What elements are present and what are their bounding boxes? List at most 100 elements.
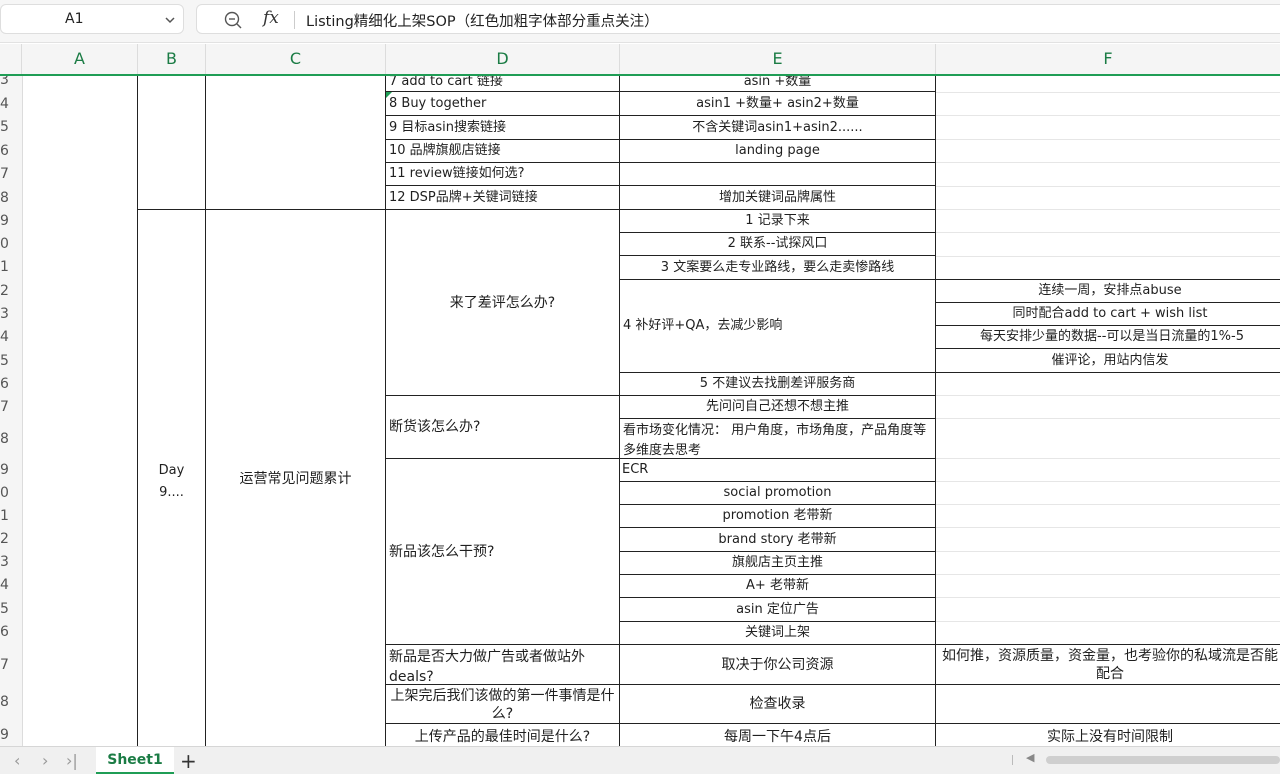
gridline bbox=[936, 139, 1280, 140]
row-number[interactable]: 0 bbox=[0, 485, 22, 501]
row-number[interactable]: 6 bbox=[0, 624, 22, 640]
cell-b-day[interactable]: Day 9.... bbox=[137, 209, 206, 746]
row-number[interactable]: 3 bbox=[0, 554, 22, 570]
column-header-c[interactable]: C bbox=[206, 44, 386, 74]
spreadsheet-grid[interactable]: Day 9.... 运营常见问题累计 7 add to cart 链接 asin… bbox=[22, 76, 1280, 746]
row-number[interactable]: 9 bbox=[0, 727, 22, 743]
row-number[interactable]: 4 bbox=[0, 96, 22, 112]
cell-e25[interactable]: asin 定位广告 bbox=[619, 597, 936, 622]
cell-e20[interactable]: social promotion bbox=[619, 481, 936, 505]
cell-d3[interactable]: 7 add to cart 链接 bbox=[385, 76, 620, 92]
row-number[interactable]: 2 bbox=[0, 283, 22, 299]
cell-f14[interactable]: 每天安排少量的数据--可以是当日流量的1%-5 bbox=[935, 325, 1280, 349]
cell-e12[interactable]: 4 补好评+QA，去减少影响 bbox=[619, 279, 936, 373]
cell-d7[interactable]: 11 review链接如何选? bbox=[385, 162, 620, 186]
cell-c-top[interactable] bbox=[205, 76, 386, 210]
gridline bbox=[936, 209, 1280, 210]
row-number[interactable]: 3 bbox=[0, 306, 22, 322]
cell-e11[interactable]: 3 文案要么走专业路线，要么走卖惨路线 bbox=[619, 255, 936, 280]
cell-e7[interactable] bbox=[619, 162, 936, 186]
scroll-left-icon[interactable]: ◀ bbox=[1026, 751, 1034, 764]
row-number[interactable]: 9 bbox=[0, 462, 22, 478]
cell-f12[interactable]: 连续一周，安排点abuse bbox=[935, 279, 1280, 303]
cell-d6[interactable]: 10 品牌旗舰店链接 bbox=[385, 139, 620, 163]
row-number[interactable]: 9 bbox=[0, 213, 22, 229]
row-number[interactable]: 5 bbox=[0, 601, 22, 617]
row-number[interactable]: 6 bbox=[0, 376, 22, 392]
row-number[interactable]: 3 bbox=[0, 76, 22, 88]
cell-d4[interactable]: 8 Buy together bbox=[385, 91, 620, 116]
cell-e26[interactable]: 关键词上架 bbox=[619, 621, 936, 645]
cell-f28[interactable] bbox=[935, 684, 1280, 724]
cell-e8[interactable]: 增加关键词品牌属性 bbox=[619, 185, 936, 210]
tab-sheet1[interactable]: Sheet1 bbox=[96, 747, 174, 774]
formula-text[interactable]: Listing精细化上架SOP（红色加粗字体部分重点关注） bbox=[306, 10, 659, 31]
row-number[interactable]: 4 bbox=[0, 329, 22, 345]
row-number[interactable]: 6 bbox=[0, 143, 22, 159]
row-number[interactable]: 7 bbox=[0, 166, 22, 182]
cell-e9[interactable]: 1 记录下来 bbox=[619, 209, 936, 233]
cell-b-top[interactable] bbox=[137, 76, 206, 210]
row-number[interactable]: 8 bbox=[0, 431, 22, 447]
cell-d8[interactable]: 12 DSP品牌+关键词链接 bbox=[385, 185, 620, 210]
cell-e17[interactable]: 先问问自己还想不想主推 bbox=[619, 395, 936, 419]
cell-e4[interactable]: asin1 +数量+ asin2+数量 bbox=[619, 91, 936, 116]
add-sheet-button[interactable]: + bbox=[180, 749, 197, 773]
cell-d-newproduct[interactable]: 新品该怎么干预? bbox=[385, 458, 620, 645]
cell-d27[interactable]: 新品是否大力做广告或者做站外deals? bbox=[385, 644, 620, 685]
row-number[interactable]: 8 bbox=[0, 694, 22, 710]
cell-e24[interactable]: A+ 老带新 bbox=[619, 574, 936, 598]
day-label: Day bbox=[158, 463, 185, 478]
name-box[interactable]: A1 bbox=[0, 4, 184, 34]
fx-icon[interactable]: fx bbox=[263, 8, 279, 28]
row-number[interactable]: 1 bbox=[0, 508, 22, 524]
row-number[interactable]: 2 bbox=[0, 531, 22, 547]
row-number[interactable]: 0 bbox=[0, 236, 22, 252]
cell-c-topic[interactable]: 运营常见问题累计 bbox=[205, 209, 386, 746]
last-sheet-icon[interactable]: ›| bbox=[66, 751, 78, 770]
row-number[interactable]: 1 bbox=[0, 259, 22, 275]
row-number[interactable]: 5 bbox=[0, 119, 22, 135]
cell-d28[interactable]: 上架完后我们该做的第一件事情是什么? bbox=[385, 684, 620, 724]
column-header-e[interactable]: E bbox=[620, 44, 936, 74]
cell-f29[interactable]: 实际上没有时间限制 bbox=[935, 723, 1280, 746]
row-number[interactable]: 8 bbox=[0, 190, 22, 206]
gridline bbox=[936, 574, 1280, 575]
row-number[interactable]: 4 bbox=[0, 577, 22, 593]
cell-e16[interactable]: 5 不建议去找删差评服务商 bbox=[619, 372, 936, 396]
formula-bar: A1 fx Listing精细化上架SOP（红色加粗字体部分重点关注） bbox=[0, 0, 1280, 43]
cell-e21[interactable]: promotion 老带新 bbox=[619, 504, 936, 528]
cell-d5[interactable]: 9 目标asin搜索链接 bbox=[385, 115, 620, 140]
cell-e18[interactable]: 看市场变化情况： 用户角度，市场角度，产品角度等多维度去思考 bbox=[619, 418, 936, 459]
cell-d-bad-review[interactable]: 来了差评怎么办? bbox=[385, 209, 620, 396]
cell-e27[interactable]: 取决于你公司资源 bbox=[619, 644, 936, 685]
first-sheet-icon[interactable]: ‹ bbox=[14, 751, 20, 770]
cell-d29[interactable]: 上传产品的最佳时间是什么? bbox=[385, 723, 620, 746]
cell-d-stockout[interactable]: 断货该怎么办? bbox=[385, 395, 620, 459]
formula-input[interactable]: fx Listing精细化上架SOP（红色加粗字体部分重点关注） bbox=[196, 4, 1280, 34]
horizontal-scrollbar[interactable] bbox=[1046, 756, 1280, 764]
cell-f15[interactable]: 催评论，用站内信发 bbox=[935, 348, 1280, 373]
column-header-b[interactable]: B bbox=[138, 44, 206, 74]
column-header-a[interactable]: A bbox=[22, 44, 138, 74]
cell-e23[interactable]: 旗舰店主页主推 bbox=[619, 551, 936, 575]
zoom-out-icon[interactable] bbox=[223, 10, 243, 34]
cell-e5[interactable]: 不含关键词asin1+asin2...... bbox=[619, 115, 936, 140]
row-number[interactable]: 7 bbox=[0, 657, 22, 673]
chevron-down-icon[interactable] bbox=[163, 12, 177, 31]
cell-f27[interactable]: 如何推，资源质量，资金量，也考验你的私域流是否能配合 bbox=[935, 644, 1280, 685]
cell-e29[interactable]: 每周一下午4点后 bbox=[619, 723, 936, 746]
column-header-f[interactable]: F bbox=[936, 44, 1280, 74]
cell-e28[interactable]: 检查收录 bbox=[619, 684, 936, 724]
cell-e22[interactable]: brand story 老带新 bbox=[619, 527, 936, 552]
cell-e3[interactable]: asin +数量 bbox=[619, 76, 936, 92]
select-all-corner[interactable] bbox=[0, 44, 22, 74]
cell-e19[interactable]: ECR bbox=[619, 458, 936, 482]
column-header-d[interactable]: D bbox=[386, 44, 620, 74]
cell-e10[interactable]: 2 联系--试探风口 bbox=[619, 232, 936, 256]
cell-f13[interactable]: 同时配合add to cart + wish list bbox=[935, 302, 1280, 326]
cell-e6[interactable]: landing page bbox=[619, 139, 936, 163]
next-sheet-icon[interactable]: › bbox=[42, 751, 48, 770]
row-number[interactable]: 5 bbox=[0, 353, 22, 369]
row-number[interactable]: 7 bbox=[0, 399, 22, 415]
